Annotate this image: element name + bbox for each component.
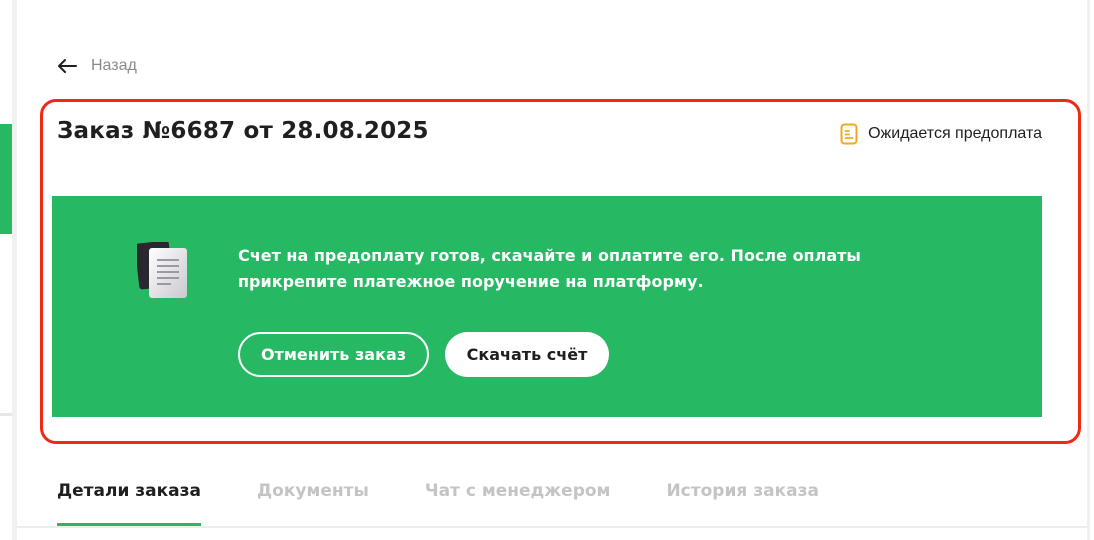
tab-manager-chat[interactable]: Чат с менеджером xyxy=(425,470,611,528)
tab-order-details[interactable]: Детали заказа xyxy=(57,470,201,528)
prepayment-banner: Счет на предоплату готов, скачайте и опл… xyxy=(52,196,1042,417)
back-link-label: Назад xyxy=(91,57,137,74)
tab-documents[interactable]: Документы xyxy=(257,470,369,528)
banner-message: Счет на предоплату готов, скачайте и опл… xyxy=(238,246,861,291)
order-status-label: Ожидается предоплата xyxy=(868,125,1042,142)
back-link[interactable]: Назад xyxy=(57,54,137,78)
right-panel-edge xyxy=(1090,0,1094,540)
cancel-order-button[interactable]: Отменить заказ xyxy=(238,332,429,377)
left-panel-divider xyxy=(0,413,12,416)
left-panel-accent xyxy=(0,124,12,234)
document-pending-icon xyxy=(840,123,858,145)
invoice-documents-icon xyxy=(137,242,187,298)
order-status: Ожидается предоплата xyxy=(840,122,1042,146)
left-panel-edge xyxy=(0,0,12,540)
tab-order-history[interactable]: История заказа xyxy=(666,470,818,528)
order-tabs: Детали заказа Документы Чат с менеджером… xyxy=(57,470,875,528)
download-invoice-button[interactable]: Скачать счёт xyxy=(445,332,609,377)
order-title: Заказ №6687 от 28.08.2025 xyxy=(57,118,429,144)
arrow-left-icon xyxy=(58,59,77,73)
